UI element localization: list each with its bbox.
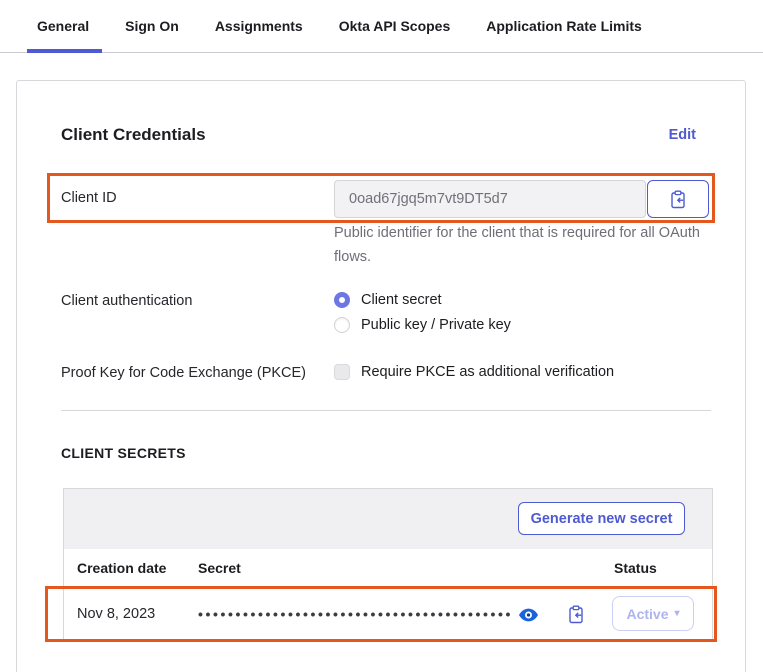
eye-icon <box>519 608 541 622</box>
column-header-creation-date: Creation date <box>77 549 166 587</box>
tab-application-rate-limits[interactable]: Application Rate Limits <box>486 18 642 34</box>
tab-assignments[interactable]: Assignments <box>215 18 303 34</box>
pkce-option-label: Require PKCE as additional verification <box>361 364 614 380</box>
edit-link[interactable]: Edit <box>669 127 696 143</box>
radio-option-public-private-key: Public key / Private key <box>334 317 511 333</box>
card-title: Client Credentials <box>61 125 206 145</box>
tab-list: General Sign On Assignments Okta API Sco… <box>37 0 642 52</box>
tab-okta-api-scopes[interactable]: Okta API Scopes <box>339 18 451 34</box>
table-header-row: Creation date Secret Status <box>64 549 712 587</box>
radio-selected-icon[interactable] <box>334 292 350 308</box>
masked-secret-value: ••••••••••••••••••••••••••••••••••••••••… <box>198 587 513 641</box>
secret-creation-date: Nov 8, 2023 <box>77 587 155 641</box>
client-authentication-label: Client authentication <box>61 293 192 309</box>
clipboard-copy-icon <box>670 190 686 209</box>
client-id-input[interactable] <box>334 180 646 218</box>
client-secrets-table: Generate new secret Creation date Secret… <box>63 488 713 642</box>
tab-general[interactable]: General <box>37 18 89 34</box>
tab-bar: General Sign On Assignments Okta API Sco… <box>0 0 763 53</box>
chevron-down-icon: ▾ <box>675 609 680 619</box>
client-id-label: Client ID <box>61 190 117 206</box>
radio-option-client-secret: Client secret <box>334 292 511 308</box>
radio-label: Client secret <box>361 292 442 308</box>
client-credentials-card: Client Credentials Edit Client ID Public… <box>16 80 746 672</box>
section-divider <box>61 410 711 411</box>
clipboard-copy-icon <box>568 605 586 624</box>
table-row: Nov 8, 2023 ••••••••••••••••••••••••••••… <box>64 587 712 641</box>
copy-client-id-button[interactable] <box>647 180 709 218</box>
status-label: Active <box>626 606 668 622</box>
tab-sign-on[interactable]: Sign On <box>125 18 179 34</box>
pkce-option: Require PKCE as additional verification <box>334 364 614 380</box>
client-id-help-text: Public identifier for the client that is… <box>334 221 726 269</box>
copy-secret-button[interactable] <box>568 604 586 624</box>
generate-new-secret-button[interactable]: Generate new secret <box>518 502 685 535</box>
active-tab-indicator <box>27 49 102 53</box>
column-header-secret: Secret <box>198 549 241 587</box>
secret-status-dropdown[interactable]: Active ▾ <box>612 596 694 631</box>
pkce-checkbox[interactable] <box>334 364 350 380</box>
table-toolbar: Generate new secret <box>64 489 712 549</box>
okta-app-settings-page: General Sign On Assignments Okta API Sco… <box>0 0 763 672</box>
reveal-secret-button[interactable] <box>519 607 541 623</box>
radio-unselected-icon[interactable] <box>334 317 350 333</box>
client-authentication-options: Client secret Public key / Private key <box>334 292 511 333</box>
client-secrets-heading: CLIENT SECRETS <box>61 445 186 461</box>
radio-label: Public key / Private key <box>361 317 511 333</box>
column-header-status: Status <box>614 549 657 587</box>
pkce-label: Proof Key for Code Exchange (PKCE) <box>61 365 306 381</box>
